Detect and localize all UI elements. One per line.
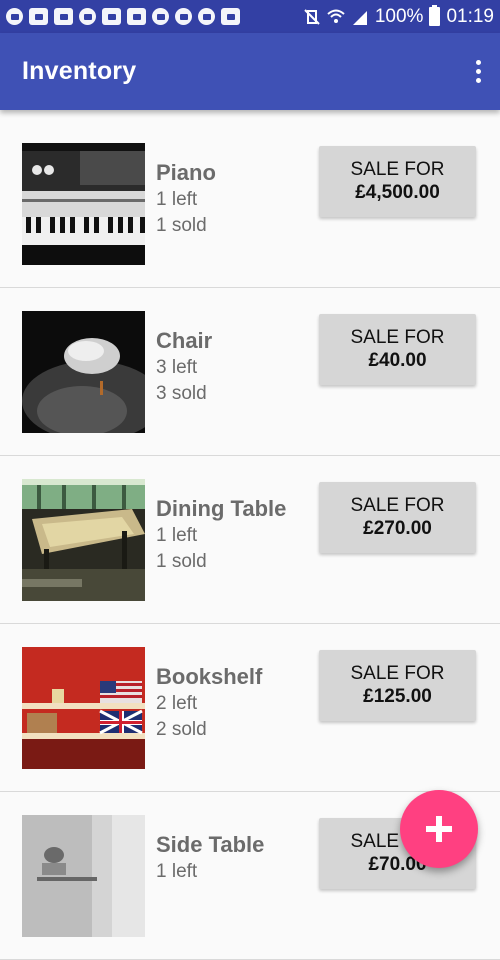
- sale-button-label: SALE FOR: [350, 662, 445, 684]
- item-quantity-sold: 1 sold: [156, 551, 207, 572]
- mute-vibrate-icon: [304, 8, 320, 25]
- sale-button-price: £4,500.00: [355, 181, 440, 203]
- item-name: Side Table: [156, 832, 265, 857]
- app-title: Inventory: [22, 57, 137, 85]
- sale-button-label: SALE FOR: [350, 494, 445, 516]
- list-item[interactable]: Piano 1 left 1 sold SALE FOR £4,500.00: [0, 120, 500, 288]
- item-quantity-sold: 3 sold: [156, 383, 207, 404]
- upload-icon: [175, 8, 192, 25]
- item-quantity-sold: 1 sold: [156, 215, 207, 236]
- item-name: Piano: [156, 160, 216, 185]
- list-item[interactable]: Dining Table 1 left 1 sold SALE FOR £270…: [0, 456, 500, 624]
- sale-button[interactable]: SALE FOR £4,500.00: [319, 146, 476, 217]
- more-vert-icon[interactable]: [470, 57, 486, 87]
- product-image-bookshelf: [22, 647, 145, 769]
- skype-icon: [54, 8, 73, 25]
- sale-button-label: SALE FOR: [350, 326, 445, 348]
- item-quantity-left: 2 left: [156, 693, 198, 714]
- product-image-piano: [22, 143, 145, 265]
- item-quantity-left: 1 left: [156, 189, 198, 210]
- clock: 01:19: [446, 5, 494, 27]
- system-icons: 100% 01:19: [303, 5, 494, 28]
- item-name: Chair: [156, 328, 213, 353]
- upload-icon: [152, 8, 169, 25]
- item-name: Bookshelf: [156, 664, 263, 689]
- item-quantity-left: 1 left: [156, 861, 198, 882]
- signal-icon: [352, 10, 367, 25]
- sale-button[interactable]: SALE FOR £270.00: [319, 482, 476, 553]
- battery-percent: 100%: [374, 5, 424, 27]
- product-image-side-table: [22, 815, 145, 937]
- item-quantity-sold: 2 sold: [156, 719, 207, 740]
- upload-icon: [198, 8, 215, 25]
- battery-icon: [429, 5, 441, 26]
- product-image-dining-table: [22, 479, 145, 601]
- item-quantity-left: 3 left: [156, 357, 198, 378]
- location-icon: [6, 8, 23, 25]
- item-name: Dining Table: [156, 496, 287, 521]
- list-item[interactable]: Bookshelf 2 left 2 sold SALE FOR £125.00: [0, 624, 500, 792]
- add-icon: [426, 816, 452, 842]
- linkedin-icon: [127, 8, 146, 25]
- item-quantity-left: 1 left: [156, 525, 198, 546]
- sale-button-price: £125.00: [363, 685, 432, 707]
- app-bar: Inventory: [0, 33, 500, 110]
- add-item-fab[interactable]: [400, 790, 478, 868]
- product-image-chair: [22, 311, 145, 433]
- bag-icon: [221, 8, 240, 25]
- gmail-icon: [29, 8, 48, 25]
- sale-button[interactable]: SALE FOR £125.00: [319, 650, 476, 721]
- data-saver-icon: [79, 8, 96, 25]
- sale-button-price: £40.00: [368, 349, 427, 371]
- sale-button-price: £270.00: [363, 517, 432, 539]
- sale-button[interactable]: SALE FOR £40.00: [319, 314, 476, 385]
- sale-button-label: SALE FOR: [350, 158, 445, 180]
- instagram-icon: [102, 8, 121, 25]
- status-bar: 100% 01:19: [0, 0, 500, 33]
- list-item[interactable]: Chair 3 left 3 sold SALE FOR £40.00: [0, 288, 500, 456]
- notification-icons: [6, 8, 240, 25]
- wifi-icon: [327, 9, 345, 23]
